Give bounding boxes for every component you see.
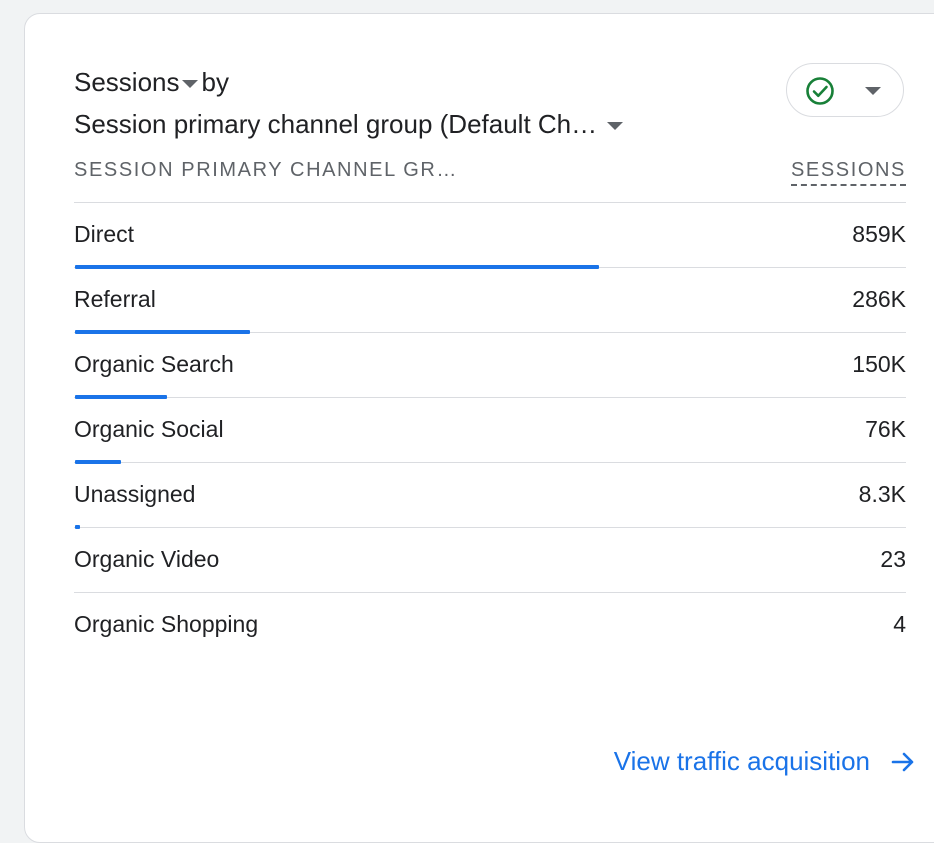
row-label: Organic Video bbox=[74, 546, 220, 572]
by-label: by bbox=[201, 67, 229, 97]
table-row: Organic Social 76K bbox=[74, 398, 906, 464]
row-label: Organic Shopping bbox=[74, 611, 259, 637]
row-value: 4 bbox=[893, 611, 906, 637]
table-row: Organic Video 23 bbox=[74, 528, 906, 593]
dimension-dropdown-caret-icon[interactable] bbox=[607, 122, 624, 130]
row-label: Unassigned bbox=[74, 481, 196, 507]
row-value: 8.3K bbox=[858, 481, 906, 507]
table-row: Organic Search 150K bbox=[74, 333, 906, 399]
channel-table: Direct 859K Referral 286K Organic Search… bbox=[74, 203, 906, 657]
row-label: Direct bbox=[74, 221, 135, 247]
row-value: 286K bbox=[852, 286, 906, 312]
dimension-label: Session primary channel group (Default C… bbox=[74, 109, 598, 139]
card-title-metric: Sessions by bbox=[74, 64, 229, 100]
column-header-sessions[interactable]: SESSIONS bbox=[790, 158, 906, 186]
check-circle-icon bbox=[806, 77, 834, 105]
insights-status-button[interactable] bbox=[786, 63, 904, 117]
table-row: Unassigned 8.3K bbox=[74, 463, 906, 529]
metric-label: Sessions bbox=[74, 67, 180, 97]
metric-selector[interactable]: Sessions bbox=[74, 64, 202, 100]
arrow-right-icon bbox=[891, 752, 914, 771]
status-dropdown-caret-icon bbox=[865, 87, 881, 95]
row-label: Organic Social bbox=[74, 416, 224, 442]
column-header-dimension[interactable]: SESSION PRIMARY CHANNEL GR… bbox=[74, 158, 458, 182]
footer-link-label: View traffic acquisition bbox=[613, 746, 870, 776]
table-row: Organic Shopping 4 bbox=[74, 593, 906, 657]
row-value: 150K bbox=[852, 351, 906, 377]
dimension-selector[interactable]: Session primary channel group (Default C… bbox=[74, 106, 624, 142]
table-row: Direct 859K bbox=[74, 203, 906, 269]
row-value: 76K bbox=[865, 416, 906, 442]
row-value: 859K bbox=[852, 221, 906, 247]
metric-dropdown-caret-icon[interactable] bbox=[181, 80, 198, 88]
view-traffic-acquisition-link[interactable]: View traffic acquisition bbox=[614, 746, 916, 777]
row-value: 23 bbox=[880, 546, 906, 572]
table-row: Referral 286K bbox=[74, 268, 906, 334]
row-label: Organic Search bbox=[74, 351, 234, 377]
row-label: Referral bbox=[74, 286, 156, 312]
